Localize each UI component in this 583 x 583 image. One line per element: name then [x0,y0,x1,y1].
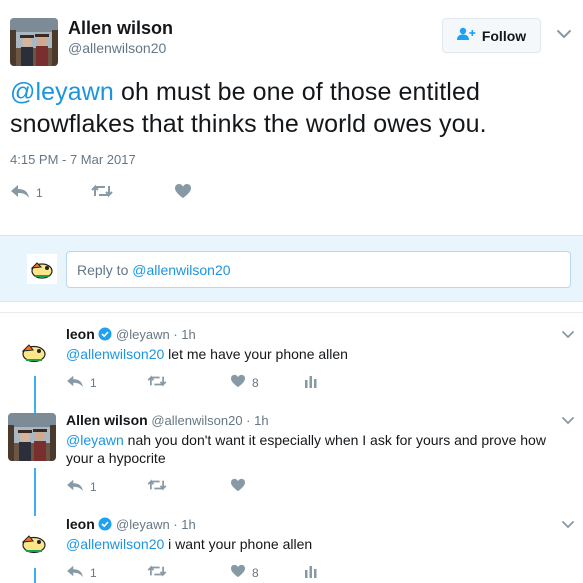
chevron-down-icon[interactable] [556,27,572,41]
conversation-divider [0,312,583,313]
reply-header: leon @leyawn · 1h [66,516,196,534]
reply-icon [66,374,84,391]
reply-mention[interactable]: @allenwilson20 [66,536,164,552]
analytics-action[interactable] [304,564,318,581]
like-action[interactable] [174,183,192,202]
reply-body: nah you don't want it especially when I … [66,432,546,466]
heart-icon [230,478,246,495]
reply-icon [66,478,84,495]
tweet-header: Allen wilson @allenwilson20 Follow [0,0,583,68]
analytics-icon [304,564,318,581]
reply-text: @allenwilson20 i want your phone allen [66,535,566,553]
author-handle[interactable]: @allenwilson20 [68,40,166,56]
reply-avatar[interactable] [8,413,56,461]
heart-icon [230,374,246,391]
reply-body: let me have your phone allen [164,346,348,362]
chevron-down-icon[interactable] [561,328,575,340]
reply-author-name[interactable]: Allen wilson [66,412,148,428]
reply-count: 1 [90,479,97,494]
verified-badge-icon [98,327,112,344]
author-name[interactable]: Allen wilson [68,18,173,39]
like-count: 8 [252,375,259,390]
like-count: 8 [252,565,259,580]
chevron-down-icon[interactable] [561,518,575,530]
reply-mention[interactable]: @leyawn [66,432,124,448]
tweet-text: @leyawn oh must be one of those entitled… [10,76,575,140]
reply-author-name[interactable]: leon [66,516,95,532]
retweet-action[interactable] [147,564,167,581]
reply-input-mention: @allenwilson20 [132,262,231,278]
reply-action[interactable]: 1 [10,183,43,202]
reply-mention[interactable]: @allenwilson20 [66,346,164,362]
meta-separator: · [242,413,255,428]
reply-body: i want your phone allen [164,536,313,552]
heart-icon [230,564,246,581]
thread-line [34,568,36,583]
reply-action[interactable]: 1 [66,374,97,391]
thread-line [34,468,36,516]
retweet-icon [91,183,113,202]
verified-badge-icon [98,517,112,534]
reply-header: Allen wilson @allenwilson20 · 1h [66,412,269,428]
heart-icon [174,183,192,202]
reply-input[interactable]: Reply to @allenwilson20 [66,251,571,288]
follow-button[interactable]: Follow [442,18,541,53]
analytics-action[interactable] [304,374,318,391]
reply-avatar[interactable] [18,527,50,559]
reply-text: @leyawn nah you don't want it especially… [66,431,561,467]
tweet-timestamp[interactable]: 4:15 PM - 7 Mar 2017 [10,152,136,167]
retweet-icon [147,564,167,581]
reply-author-handle[interactable]: @leyawn [116,517,170,532]
reply-text: @allenwilson20 let me have your phone al… [66,345,566,363]
retweet-action[interactable] [147,478,167,495]
like-action[interactable]: 8 [230,564,259,581]
reply-icon [66,564,84,581]
reply-icon [10,183,30,202]
reply-time[interactable]: 1h [254,413,268,428]
current-user-avatar [27,254,57,284]
reply-time[interactable]: 1h [181,327,195,342]
reply-header: leon @leyawn · 1h [66,326,196,344]
retweet-action[interactable] [91,183,113,202]
reply-avatar[interactable] [18,336,50,368]
reply-count: 1 [36,185,43,200]
retweet-action[interactable] [147,374,167,391]
reply-composer: Reply to @allenwilson20 [0,235,583,302]
reply-count: 1 [90,375,97,390]
reply-time[interactable]: 1h [181,517,195,532]
reply-count: 1 [90,565,97,580]
analytics-icon [304,374,318,391]
retweet-icon [147,374,167,391]
follow-label: Follow [481,27,527,44]
meta-separator: · [169,517,182,532]
like-action[interactable]: 8 [230,374,259,391]
author-avatar[interactable] [10,18,58,66]
tweet-mention-link[interactable]: @leyawn [10,78,114,106]
add-user-icon [456,27,477,44]
reply-author-handle[interactable]: @allenwilson20 [151,413,242,428]
like-action[interactable] [230,478,246,495]
reply-author-handle[interactable]: @leyawn [116,327,170,342]
thread-line [34,376,36,414]
reply-input-prefix: Reply to [77,262,133,278]
retweet-icon [147,478,167,495]
reply-action[interactable]: 1 [66,564,97,581]
reply-action[interactable]: 1 [66,478,97,495]
chevron-down-icon[interactable] [561,414,575,426]
reply-author-name[interactable]: leon [66,326,95,342]
meta-separator: · [169,327,182,342]
